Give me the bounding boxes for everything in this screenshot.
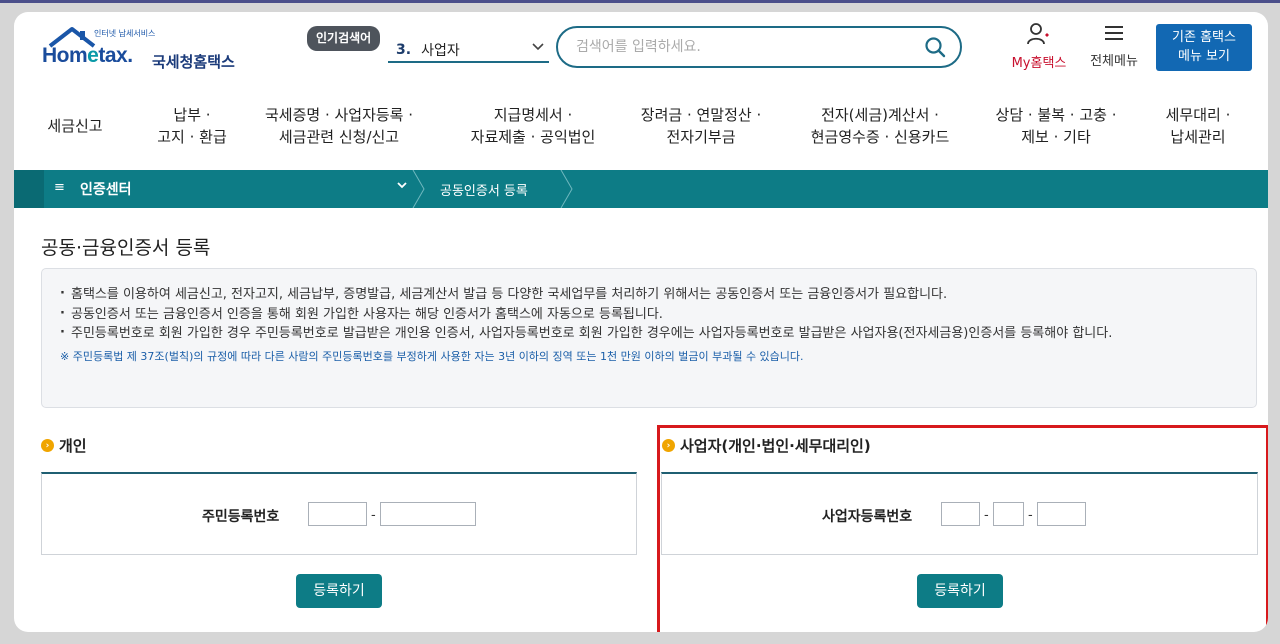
- nav-label: 세금신고: [47, 117, 103, 135]
- window-top-edge: [0, 0, 1280, 3]
- my-hometax-label: My홈택스: [1011, 56, 1067, 71]
- nav-label: 상담 · 불복 · 고충 ·: [995, 106, 1117, 124]
- nav-label: 국세증명 · 사업자등록 ·: [264, 106, 414, 124]
- nav-label: 세금관련 신청/신고: [278, 128, 400, 146]
- nav-incentives[interactable]: 장려금 · 연말정산 · 전자기부금: [641, 104, 761, 148]
- nav-tax-filing[interactable]: 세금신고: [47, 115, 102, 137]
- info-item: 공동인증서 또는 금융인증서 인증을 통해 회원 가입한 사용자는 해당 인증서…: [60, 304, 1238, 325]
- all-menu-button[interactable]: 전체메뉴: [1082, 22, 1146, 69]
- all-menu-label: 전체메뉴: [1090, 54, 1138, 69]
- page-title: 공동·금융인증서 등록: [41, 237, 211, 259]
- dash-separator: -: [371, 508, 376, 523]
- nav-label: 장려금 · 연말정산 ·: [640, 106, 762, 124]
- popular-search-select[interactable]: 3. 사업자: [388, 38, 549, 63]
- nav-label: 고지 · 환급: [157, 128, 227, 146]
- legacy-menu-button[interactable]: 기존 홈택스 메뉴 보기: [1156, 24, 1252, 71]
- info-item: 주민등록번호로 회원 가입한 경우 주민등록번호로 발급받은 개인용 인증서, …: [60, 323, 1238, 344]
- resident-number-back-input[interactable]: [380, 502, 476, 526]
- nav-label: 납부 ·: [173, 106, 211, 124]
- personal-section-title: › 개인: [41, 435, 87, 456]
- nav-tax-agent[interactable]: 세무대리 · 납세관리: [1166, 104, 1231, 148]
- breadcrumb: ≡ 인증센터 공동인증서 등록: [14, 170, 1268, 208]
- chevron-right-icon: ›: [41, 439, 54, 452]
- logo-subtitle: 인터넷 납세서비스: [94, 29, 156, 38]
- nav-label: 자료제출 · 공익법인: [470, 128, 596, 146]
- nav-label: 전자기부금: [666, 128, 736, 146]
- nav-payment-statements[interactable]: 지급명세서 · 자료제출 · 공익법인: [471, 104, 596, 148]
- search-icon[interactable]: [924, 36, 946, 62]
- breadcrumb-divider-icon: [560, 170, 573, 208]
- popular-search-badge: 인기검색어: [307, 26, 381, 51]
- breadcrumb-divider-icon: [412, 170, 425, 208]
- nav-e-invoice[interactable]: 전자(세금)계산서 · 현금영수증 · 신용카드: [811, 104, 950, 148]
- info-list: 홈택스를 이용하여 세금신고, 전자고지, 세금납부, 증명발급, 세금계산서 …: [60, 284, 1238, 344]
- search-bar: [556, 26, 962, 68]
- nav-label: 지급명세서 ·: [493, 106, 573, 124]
- hometax-logo[interactable]: 인터넷 납세서비스 Hometax. 국세청홈택스: [42, 24, 252, 74]
- hometax-page: 인터넷 납세서비스 Hometax. 국세청홈택스 인기검색어 3. 사업자 M…: [14, 12, 1268, 632]
- chevron-down-icon[interactable]: [396, 179, 408, 195]
- logo-wordmark: Hometax.: [42, 44, 133, 67]
- resident-number-label: 주민등록번호: [202, 509, 280, 525]
- nav-label: 납세관리: [1170, 128, 1226, 146]
- highlight-box: [657, 425, 1268, 632]
- user-heart-icon: [1027, 23, 1049, 45]
- breadcrumb-edge: [14, 170, 44, 208]
- breadcrumb-current[interactable]: 공동인증서 등록: [440, 180, 528, 199]
- hamburger-icon: [1105, 26, 1123, 40]
- main-nav: 세금신고 납부 · 고지 · 환급 국세증명 · 사업자등록 · 세금관련 신청…: [14, 104, 1268, 154]
- info-item: 홈택스를 이용하여 세금신고, 전자고지, 세금납부, 증명발급, 세금계산서 …: [60, 284, 1238, 305]
- popular-search-rank: 3.: [396, 41, 412, 58]
- logo-nts-name: 국세청홈택스: [152, 53, 235, 71]
- menu-icon[interactable]: ≡: [54, 180, 65, 195]
- nav-payment[interactable]: 납부 · 고지 · 환급: [157, 104, 227, 148]
- legacy-menu-line2: 메뉴 보기: [1178, 49, 1230, 64]
- nav-label: 현금영수증 · 신용카드: [810, 128, 950, 146]
- info-box: 홈택스를 이용하여 세금신고, 전자고지, 세금납부, 증명발급, 세금계산서 …: [41, 268, 1257, 408]
- nav-label: 제보 · 기타: [1021, 128, 1091, 146]
- legal-notice: ※ 주민등록법 제 37조(벌칙)의 규정에 따라 다른 사람의 주민등록번호를…: [60, 349, 804, 363]
- nav-label: 전자(세금)계산서 ·: [821, 106, 939, 124]
- chevron-down-icon: [531, 39, 545, 57]
- legacy-menu-line1: 기존 홈택스: [1172, 30, 1236, 45]
- section-title-text: 개인: [59, 437, 87, 455]
- my-hometax-link[interactable]: My홈택스: [1004, 22, 1074, 71]
- search-input[interactable]: [576, 39, 916, 55]
- popular-search-term: 사업자: [421, 42, 460, 59]
- nav-certificates[interactable]: 국세증명 · 사업자등록 · 세금관련 신청/신고: [265, 104, 413, 148]
- nav-label: 세무대리 ·: [1165, 106, 1231, 124]
- personal-form: 주민등록번호 -: [41, 472, 637, 555]
- nav-consultation[interactable]: 상담 · 불복 · 고충 · 제보 · 기타: [996, 104, 1117, 148]
- breadcrumb-section[interactable]: 인증센터: [80, 179, 132, 199]
- personal-register-button[interactable]: 등록하기: [296, 574, 382, 608]
- resident-number-front-input[interactable]: [308, 502, 367, 526]
